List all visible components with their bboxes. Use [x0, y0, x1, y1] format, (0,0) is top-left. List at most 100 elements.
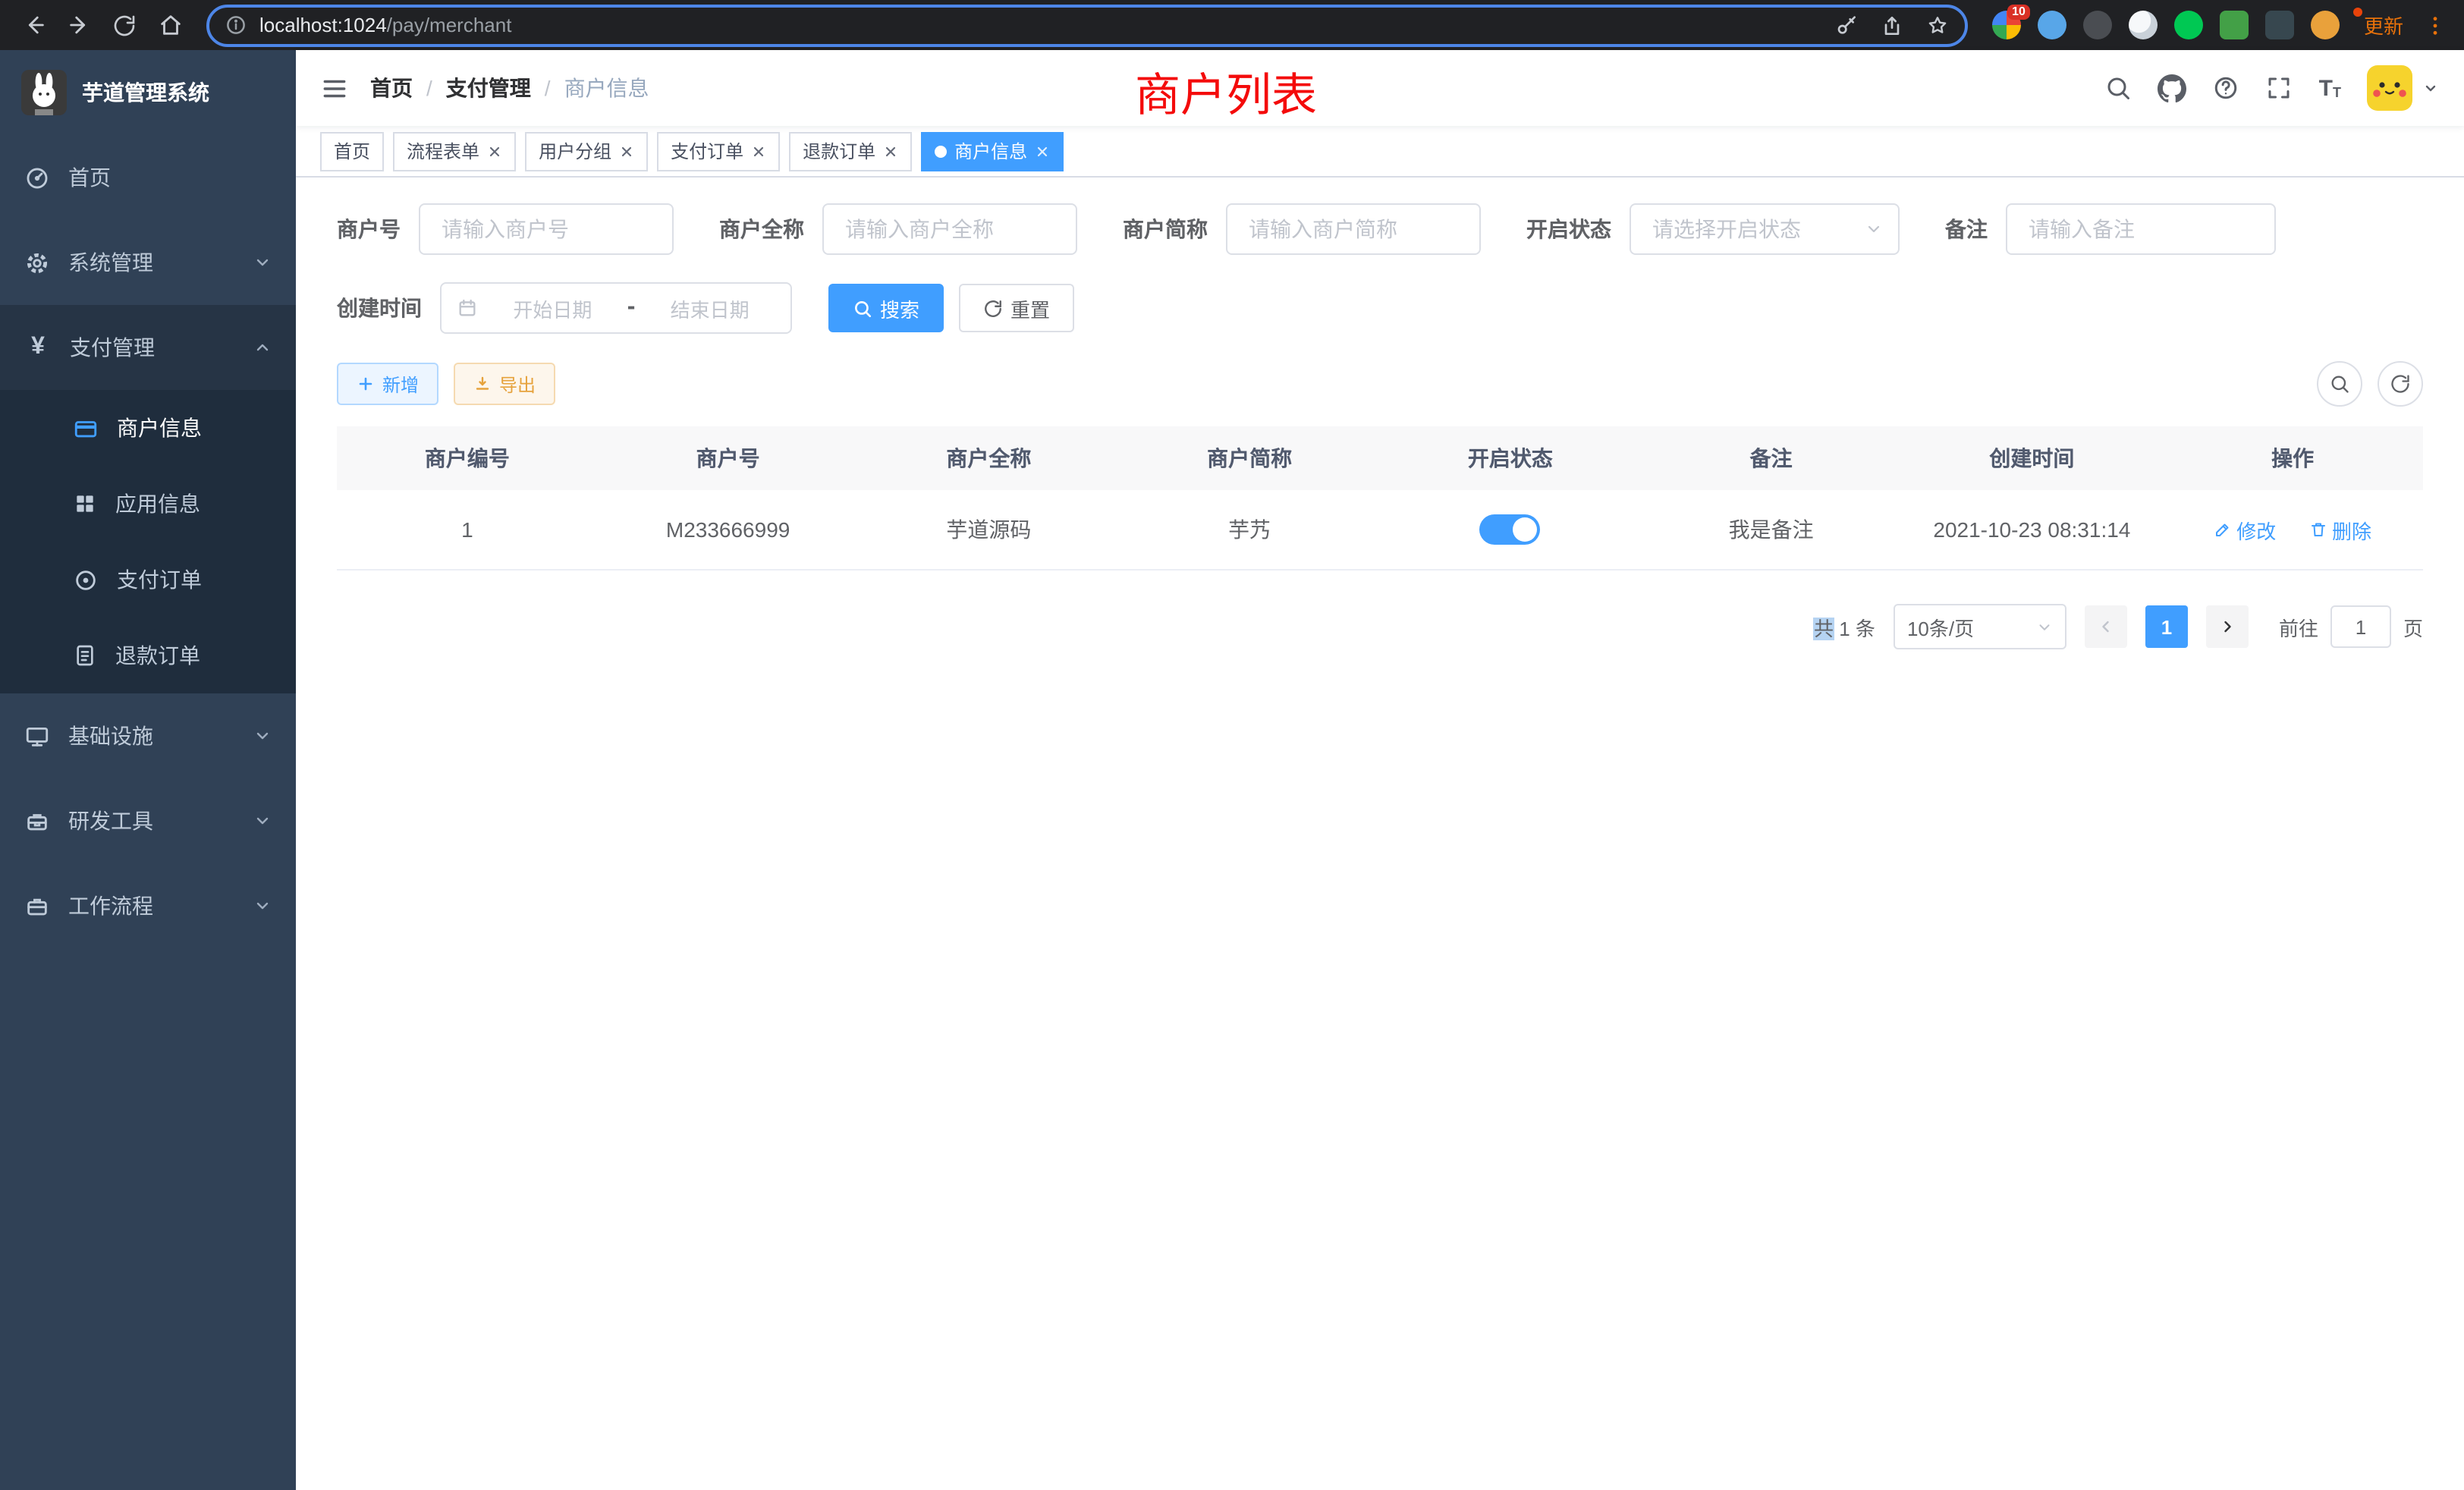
extension-icon-7[interactable] — [2265, 11, 2294, 39]
remark-input[interactable] — [2006, 203, 2276, 255]
sidebar-item-dev-tools[interactable]: 研发工具 — [0, 778, 296, 863]
search-button[interactable]: 搜索 — [828, 284, 944, 332]
sidebar-item-payment[interactable]: ¥ 支付管理 — [0, 305, 296, 390]
tab-refund-order[interactable]: 退款订单 — [789, 131, 912, 171]
help-icon[interactable] — [2213, 74, 2240, 102]
next-page-button[interactable] — [2206, 605, 2249, 648]
status-toggle[interactable] — [1480, 514, 1541, 545]
cell-merchant-no: M233666999 — [598, 490, 859, 570]
refresh-table-button[interactable] — [2378, 361, 2423, 407]
search-icon[interactable] — [2105, 74, 2132, 102]
extension-icon-5[interactable] — [2174, 11, 2203, 39]
tab-pay-order[interactable]: 支付订单 — [657, 131, 780, 171]
extension-icon-6[interactable] — [2220, 11, 2249, 39]
sidebar-item-refund-order[interactable]: 退款订单 — [0, 618, 296, 693]
toggle-search-button[interactable] — [2317, 361, 2362, 407]
reload-button[interactable] — [103, 4, 146, 46]
download-icon — [473, 375, 492, 393]
full-name-input[interactable] — [822, 203, 1077, 255]
close-icon[interactable] — [1035, 143, 1050, 159]
user-avatar-menu[interactable] — [2367, 65, 2440, 111]
extension-icon-3[interactable] — [2083, 11, 2112, 39]
sidebar-item-label: 基础设施 — [68, 721, 153, 751]
back-button[interactable] — [12, 4, 55, 46]
add-button-label: 新增 — [382, 371, 419, 397]
tab-process-form[interactable]: 流程表单 — [393, 131, 516, 171]
extension-icon-4[interactable] — [2129, 11, 2158, 39]
merchant-no-input[interactable] — [419, 203, 674, 255]
close-icon[interactable] — [751, 143, 766, 159]
create-time-range-picker[interactable]: 开始日期 - 结束日期 — [440, 282, 792, 334]
url-bar[interactable]: localhost:1024/pay/merchant — [206, 4, 1968, 46]
plus-icon — [357, 375, 375, 393]
sidebar-item-app-info[interactable]: 应用信息 — [0, 466, 296, 542]
sidebar-item-label: 支付订单 — [117, 564, 202, 595]
page-1-button[interactable]: 1 — [2145, 605, 2188, 648]
col-merchant-no: 商户号 — [598, 426, 859, 490]
page-size-select[interactable]: 10条/页 — [1894, 604, 2066, 649]
home-button[interactable] — [149, 4, 191, 46]
sidebar-item-label: 工作流程 — [68, 891, 153, 921]
col-remark: 备注 — [1641, 426, 1902, 490]
sidebar-item-infrastructure[interactable]: 基础设施 — [0, 693, 296, 778]
font-size-icon[interactable]: TT — [2319, 77, 2341, 99]
filter-row-1: 商户号 商户全称 商户简称 开启状态 请选择开启状态 — [337, 203, 2423, 255]
export-button[interactable]: 导出 — [454, 363, 555, 405]
app-logo[interactable]: 芋道管理系统 — [0, 50, 296, 135]
credit-card-icon — [73, 415, 99, 441]
tab-home[interactable]: 首页 — [320, 131, 384, 171]
red-annotation-text: 商户列表 — [1135, 58, 1317, 124]
date-separator: - — [627, 294, 636, 322]
hamburger-icon[interactable] — [320, 74, 349, 102]
search-button-label: 搜索 — [880, 294, 919, 322]
delete-link[interactable]: 删除 — [2309, 515, 2371, 544]
extension-icon-8[interactable] — [2311, 11, 2340, 39]
close-icon[interactable] — [883, 143, 898, 159]
document-icon — [73, 643, 97, 668]
sidebar-item-pay-order[interactable]: 支付订单 — [0, 542, 296, 618]
goto-label: 前往 — [2279, 612, 2318, 641]
password-key-icon[interactable] — [1834, 13, 1859, 37]
tab-merchant-info-active[interactable]: 商户信息 — [921, 131, 1064, 171]
short-name-input[interactable] — [1226, 203, 1481, 255]
reset-button-label: 重置 — [1010, 294, 1050, 322]
fullscreen-icon[interactable] — [2266, 74, 2293, 102]
github-icon[interactable] — [2158, 74, 2187, 102]
sidebar-item-merchant-info[interactable]: 商户信息 — [0, 390, 296, 466]
briefcase-icon — [24, 893, 50, 919]
tab-label: 首页 — [334, 138, 370, 164]
goto-page-input[interactable] — [2330, 605, 2391, 648]
sidebar-item-label: 退款订单 — [115, 640, 200, 671]
sidebar-item-home[interactable]: 首页 — [0, 135, 296, 220]
tab-label: 用户分组 — [539, 138, 611, 164]
close-icon[interactable] — [619, 143, 634, 159]
chevron-down-icon — [1865, 220, 1883, 238]
breadcrumb-payment[interactable]: 支付管理 — [446, 73, 531, 103]
close-icon[interactable] — [487, 143, 502, 159]
tab-label: 支付订单 — [671, 138, 743, 164]
prev-page-button[interactable] — [2085, 605, 2127, 648]
extension-icon-1[interactable]: 10 — [1992, 11, 2021, 39]
edit-link-label: 修改 — [2236, 515, 2276, 544]
extension-icon-2[interactable] — [2038, 11, 2066, 39]
share-icon[interactable] — [1880, 13, 1904, 37]
sidebar-item-system[interactable]: 系统管理 — [0, 220, 296, 305]
breadcrumb-home[interactable]: 首页 — [370, 73, 413, 103]
browser-update-button[interactable]: 更新 — [2364, 11, 2403, 39]
create-time-label: 创建时间 — [337, 293, 422, 323]
filter-row-2: 创建时间 开始日期 - 结束日期 搜索 — [337, 282, 2423, 334]
status-select[interactable]: 请选择开启状态 — [1630, 203, 1900, 255]
edit-link[interactable]: 修改 — [2214, 515, 2276, 544]
forward-button[interactable] — [58, 4, 100, 46]
col-short-name: 商户简称 — [1119, 426, 1380, 490]
tab-user-group[interactable]: 用户分组 — [525, 131, 648, 171]
reset-button[interactable]: 重置 — [959, 284, 1074, 332]
bookmark-star-icon[interactable] — [1925, 13, 1950, 37]
sidebar-item-label: 研发工具 — [68, 806, 153, 836]
add-button[interactable]: 新增 — [337, 363, 438, 405]
sidebar-item-workflow[interactable]: 工作流程 — [0, 863, 296, 948]
site-info-icon[interactable] — [225, 14, 247, 36]
browser-menu-icon[interactable] — [2418, 13, 2452, 37]
breadcrumb: 首页 / 支付管理 / 商户信息 — [370, 73, 649, 103]
url-text: localhost:1024/pay/merchant — [259, 14, 1822, 36]
